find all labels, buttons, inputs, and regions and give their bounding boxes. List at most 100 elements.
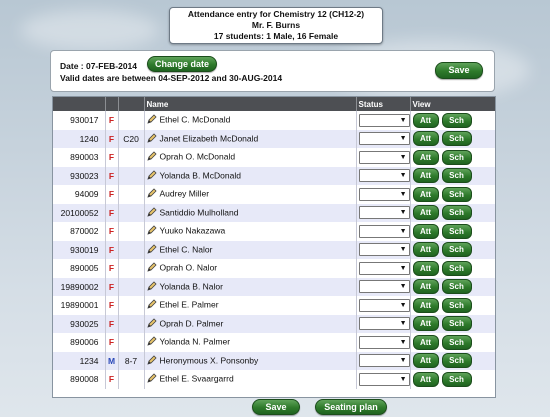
gender-marker: F — [104, 111, 118, 130]
dropdown-arrow-icon: ▼ — [399, 116, 407, 124]
status-select[interactable]: ▼ — [358, 317, 410, 331]
change-date-button[interactable]: Change date — [147, 56, 217, 72]
edit-pencil-icon[interactable] — [146, 281, 157, 293]
sch-button[interactable]: Sch — [441, 168, 472, 184]
sch-button[interactable]: Sch — [441, 297, 472, 313]
status-select[interactable]: ▼ — [358, 169, 410, 183]
status-select[interactable]: ▼ — [358, 298, 410, 312]
status-cell: ▼ — [355, 314, 410, 333]
att-button[interactable]: Att — [412, 205, 439, 221]
student-name-cell: Oprah O. Nalor — [143, 259, 356, 278]
view-cell: Att Sch — [409, 314, 495, 333]
student-id: 890008 — [53, 370, 105, 389]
status-select[interactable]: ▼ — [358, 206, 410, 220]
student-id: 94009 — [53, 185, 105, 204]
student-id: 19890002 — [53, 277, 105, 296]
name-column-header: Name — [144, 97, 357, 111]
att-button[interactable]: Att — [412, 279, 439, 295]
att-button[interactable]: Att — [412, 242, 439, 258]
edit-pencil-icon[interactable] — [146, 188, 157, 200]
student-id: 890003 — [53, 148, 105, 167]
edit-pencil-icon[interactable] — [146, 336, 157, 348]
edit-pencil-icon[interactable] — [146, 225, 157, 237]
edit-pencil-icon[interactable] — [146, 373, 157, 385]
student-name: Ethel E. Svaargarrd — [159, 373, 234, 384]
student-id: 930017 — [53, 111, 105, 130]
att-button[interactable]: Att — [412, 112, 439, 128]
student-id: 19890001 — [53, 296, 105, 315]
sch-button[interactable]: Sch — [441, 260, 472, 276]
sch-button[interactable]: Sch — [441, 371, 472, 387]
status-cell: ▼ — [355, 166, 410, 185]
att-button[interactable]: Att — [412, 186, 439, 202]
homeroom-code — [117, 333, 144, 352]
att-button[interactable]: Att — [412, 353, 439, 369]
current-date: Date : 07-FEB-2014 — [60, 61, 138, 71]
att-button[interactable]: Att — [412, 131, 439, 147]
student-name: Janet Elizabeth McDonald — [159, 133, 259, 143]
view-column-header: View — [410, 97, 495, 111]
sch-button[interactable]: Sch — [441, 205, 472, 221]
status-cell: ▼ — [355, 222, 410, 241]
att-button[interactable]: Att — [412, 260, 439, 276]
att-button[interactable]: Att — [412, 334, 439, 350]
att-button[interactable]: Att — [412, 168, 439, 184]
status-select[interactable]: ▼ — [358, 224, 410, 238]
sch-button[interactable]: Sch — [441, 186, 472, 202]
status-select[interactable]: ▼ — [358, 150, 410, 164]
status-select[interactable]: ▼ — [358, 187, 410, 201]
edit-pencil-icon[interactable] — [146, 244, 157, 256]
edit-pencil-icon[interactable] — [146, 355, 157, 367]
sch-button[interactable]: Sch — [441, 353, 472, 369]
status-select[interactable]: ▼ — [358, 243, 410, 257]
edit-pencil-icon[interactable] — [146, 207, 157, 219]
edit-pencil-icon[interactable] — [146, 170, 157, 182]
dropdown-arrow-icon: ▼ — [399, 135, 407, 143]
student-id: 20100052 — [53, 203, 105, 222]
sch-button[interactable]: Sch — [441, 131, 472, 147]
att-button[interactable]: Att — [412, 149, 439, 165]
homeroom-code — [117, 203, 144, 222]
view-cell: Att Sch — [409, 277, 495, 296]
edit-pencil-icon[interactable] — [146, 151, 157, 163]
sch-button[interactable]: Sch — [441, 279, 472, 295]
status-select[interactable]: ▼ — [358, 113, 410, 127]
dropdown-arrow-icon: ▼ — [399, 338, 407, 346]
sch-button[interactable]: Sch — [441, 316, 472, 332]
att-button[interactable]: Att — [412, 316, 439, 332]
save-button-bottom[interactable]: Save — [252, 399, 300, 415]
save-button-top[interactable]: Save — [435, 62, 483, 79]
status-select[interactable]: ▼ — [358, 261, 410, 275]
student-name: Heronymous X. Ponsonby — [159, 355, 259, 365]
student-name: Yolanda N. Palmer — [159, 336, 231, 347]
sch-button[interactable]: Sch — [441, 149, 472, 165]
edit-pencil-icon[interactable] — [146, 318, 157, 330]
homeroom-code: 8-7 — [117, 351, 144, 370]
table-row: 890006 F Yolanda N. Palmer ▼ Att Sch — [53, 333, 495, 352]
student-name-cell: Yolanda B. Nalor — [143, 277, 356, 296]
sch-button[interactable]: Sch — [441, 334, 472, 350]
seating-plan-button[interactable]: Seating plan — [315, 399, 387, 415]
attendance-table-container[interactable]: Name Status View 930017 F Ethel C. McDonal… — [52, 96, 496, 398]
att-button[interactable]: Att — [412, 223, 439, 239]
edit-pencil-icon[interactable] — [146, 262, 157, 274]
att-button[interactable]: Att — [412, 371, 439, 387]
table-row: 890003 F Oprah O. McDonald ▼ Att Sch — [53, 148, 495, 167]
sch-button[interactable]: Sch — [441, 242, 472, 258]
status-select[interactable]: ▼ — [358, 280, 410, 294]
gender-marker: F — [104, 314, 118, 333]
status-select[interactable]: ▼ — [358, 372, 410, 386]
status-cell: ▼ — [355, 296, 410, 315]
table-row: 890008 F Ethel E. Svaargarrd ▼ Att Sch — [53, 370, 495, 389]
att-button[interactable]: Att — [412, 297, 439, 313]
view-cell: Att Sch — [409, 240, 495, 259]
status-select[interactable]: ▼ — [358, 335, 410, 349]
status-select[interactable]: ▼ — [358, 132, 410, 146]
sch-button[interactable]: Sch — [441, 112, 472, 128]
class-title: Attendance entry for Chemistry 12 (CH12-… — [187, 9, 365, 19]
edit-pencil-icon[interactable] — [146, 299, 157, 311]
edit-pencil-icon[interactable] — [146, 114, 157, 126]
edit-pencil-icon[interactable] — [146, 133, 157, 145]
sch-button[interactable]: Sch — [441, 223, 472, 239]
status-select[interactable]: ▼ — [358, 354, 410, 368]
